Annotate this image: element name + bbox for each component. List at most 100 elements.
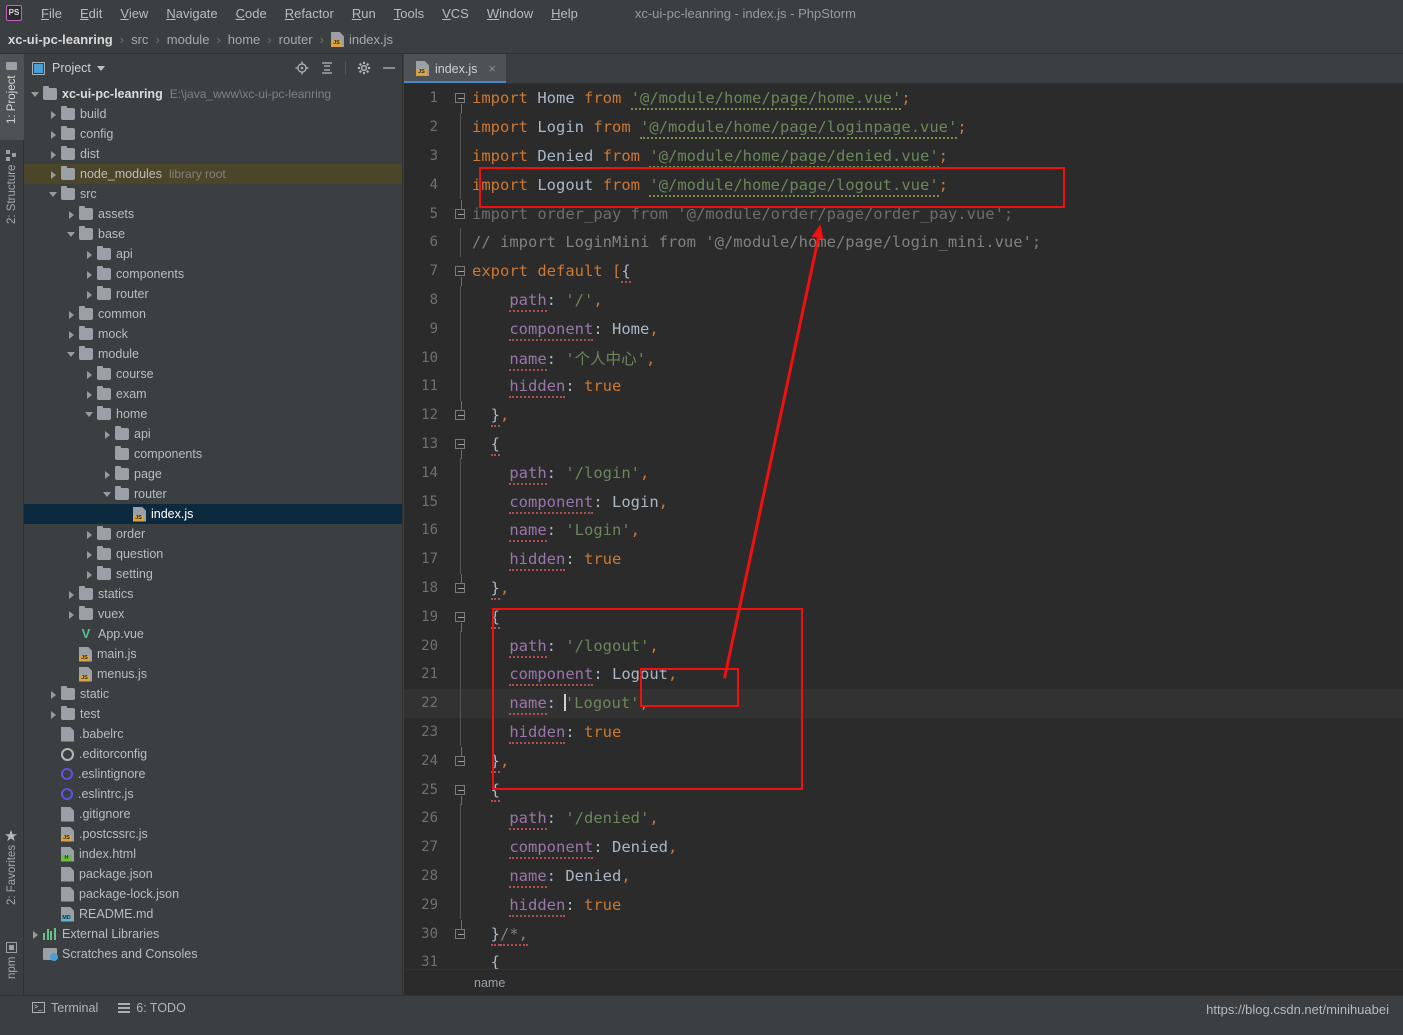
- fold-gutter[interactable]: [450, 487, 472, 516]
- fold-gutter[interactable]: [450, 199, 472, 228]
- editor-tab-index-js[interactable]: JS index.js ×: [404, 54, 506, 83]
- chevron-right-icon[interactable]: [48, 149, 59, 160]
- tree-item-assets[interactable]: assets: [24, 204, 402, 224]
- fold-gutter[interactable]: [450, 515, 472, 545]
- menu-tools[interactable]: Tools: [385, 3, 433, 24]
- code-line-17[interactable]: 17 hidden: true: [404, 544, 1403, 574]
- sidebar-tab-favorites[interactable]: 2: Favorites: [0, 824, 24, 928]
- tree-item-router[interactable]: router: [24, 484, 402, 504]
- chevron-down-icon[interactable]: [84, 409, 95, 420]
- fold-gutter[interactable]: [450, 573, 472, 603]
- chevron-right-icon[interactable]: [48, 169, 59, 180]
- chevron-down-icon[interactable]: [96, 65, 105, 71]
- tree-item--eslintrc-js[interactable]: .eslintrc.js: [24, 784, 402, 804]
- fold-toggle-icon[interactable]: [455, 919, 465, 939]
- tree-item-scratches-and-consoles[interactable]: Scratches and Consoles: [24, 944, 402, 964]
- code-line-1[interactable]: 1 import Home from '@/module/home/page/ho…: [404, 84, 1403, 114]
- code-line-23[interactable]: 23 hidden: true: [404, 717, 1403, 747]
- chevron-right-icon[interactable]: [30, 929, 41, 940]
- breadcrumb-part-src[interactable]: src: [131, 32, 148, 47]
- fold-gutter[interactable]: [450, 775, 472, 805]
- fold-toggle-icon[interactable]: [455, 746, 465, 766]
- fold-gutter[interactable]: [450, 717, 472, 747]
- chevron-right-icon[interactable]: [84, 249, 95, 260]
- tree-item-module[interactable]: module: [24, 344, 402, 364]
- code-line-10[interactable]: 10 name: '个人中心',: [404, 343, 1403, 372]
- tree-item-course[interactable]: course: [24, 364, 402, 384]
- fold-gutter[interactable]: [450, 343, 472, 372]
- fold-gutter[interactable]: [450, 659, 472, 689]
- tree-item-readme-md[interactable]: MD README.md: [24, 904, 402, 924]
- tree-item-setting[interactable]: setting: [24, 564, 402, 584]
- locate-icon[interactable]: [295, 61, 309, 75]
- chevron-right-icon[interactable]: [84, 369, 95, 380]
- tree-item-router[interactable]: router: [24, 284, 402, 304]
- fold-gutter[interactable]: [450, 285, 472, 315]
- tree-item-common[interactable]: common: [24, 304, 402, 324]
- code-line-26[interactable]: 26 path: '/denied',: [404, 803, 1403, 833]
- fold-toggle-icon[interactable]: [455, 438, 465, 459]
- fold-toggle-icon[interactable]: [455, 784, 465, 805]
- tree-item-package-json[interactable]: package.json: [24, 864, 402, 884]
- fold-gutter[interactable]: [450, 401, 472, 430]
- fold-gutter[interactable]: [450, 84, 472, 114]
- code-line-14[interactable]: 14 path: '/login',: [404, 458, 1403, 488]
- tree-item--eslintignore[interactable]: .eslintignore: [24, 764, 402, 784]
- tree-item--babelrc[interactable]: .babelrc: [24, 724, 402, 744]
- editor-structure-breadcrumb[interactable]: name: [404, 969, 1403, 995]
- tree-item-menus-js[interactable]: JS menus.js: [24, 664, 402, 684]
- breadcrumb-root[interactable]: xc-ui-pc-leanring: [8, 32, 113, 47]
- tree-item-vuex[interactable]: vuex: [24, 604, 402, 624]
- code-line-7[interactable]: 7 export default [{: [404, 257, 1403, 287]
- tree-item--editorconfig[interactable]: .editorconfig: [24, 744, 402, 764]
- menu-code[interactable]: Code: [227, 3, 276, 24]
- fold-gutter[interactable]: [450, 458, 472, 488]
- code-line-2[interactable]: 2 import Login from '@/module/home/page/l…: [404, 112, 1403, 142]
- fold-gutter[interactable]: [450, 371, 472, 401]
- fold-gutter[interactable]: [450, 688, 472, 718]
- code-line-21[interactable]: 21 component: Logout,: [404, 659, 1403, 689]
- chevron-right-icon[interactable]: [84, 569, 95, 580]
- tree-item-index-js[interactable]: JS index.js: [24, 504, 402, 524]
- menu-refactor[interactable]: Refactor: [276, 3, 343, 24]
- collapse-all-icon[interactable]: [320, 61, 334, 75]
- code-line-16[interactable]: 16 name: 'Login',: [404, 515, 1403, 545]
- menu-vcs[interactable]: VCS: [433, 3, 478, 24]
- code-line-12[interactable]: 12 },: [404, 401, 1403, 430]
- fold-gutter[interactable]: [450, 112, 472, 142]
- menu-file[interactable]: File: [32, 3, 71, 24]
- chevron-down-icon[interactable]: [48, 189, 59, 200]
- minimize-icon[interactable]: [382, 61, 396, 75]
- chevron-right-icon[interactable]: [102, 429, 113, 440]
- tree-item-order[interactable]: order: [24, 524, 402, 544]
- close-icon[interactable]: ×: [488, 62, 496, 75]
- chevron-right-icon[interactable]: [48, 129, 59, 140]
- breadcrumb-part-router[interactable]: router: [279, 32, 313, 47]
- code-line-11[interactable]: 11 hidden: true: [404, 371, 1403, 401]
- status-todo-button[interactable]: 6: TODO: [118, 1001, 186, 1015]
- fold-toggle-icon[interactable]: [455, 611, 465, 632]
- code-line-6[interactable]: 6 // import LoginMini from '@/module/home…: [404, 227, 1403, 257]
- fold-gutter[interactable]: [450, 948, 472, 969]
- gear-icon[interactable]: [357, 61, 371, 75]
- tree-item-exam[interactable]: exam: [24, 384, 402, 404]
- menu-navigate[interactable]: Navigate: [157, 3, 226, 24]
- tree-item-dist[interactable]: dist: [24, 144, 402, 164]
- fold-toggle-icon[interactable]: [455, 93, 465, 114]
- chevron-right-icon[interactable]: [84, 289, 95, 300]
- code-line-28[interactable]: 28 name: Denied,: [404, 861, 1403, 891]
- menu-help[interactable]: Help: [542, 3, 587, 24]
- tree-item-node-modules[interactable]: node_modules library root: [24, 164, 402, 184]
- tree-item-components[interactable]: components: [24, 264, 402, 284]
- code-viewport[interactable]: 1 import Home from '@/module/home/page/ho…: [404, 84, 1403, 969]
- code-line-9[interactable]: 9 component: Home,: [404, 314, 1403, 344]
- code-line-29[interactable]: 29 hidden: true: [404, 890, 1403, 920]
- tree-item-home[interactable]: home: [24, 404, 402, 424]
- chevron-right-icon[interactable]: [66, 589, 77, 600]
- tree-item-base[interactable]: base: [24, 224, 402, 244]
- chevron-down-icon[interactable]: [66, 229, 77, 240]
- fold-toggle-icon[interactable]: [455, 266, 465, 287]
- code-line-27[interactable]: 27 component: Denied,: [404, 832, 1403, 862]
- code-line-31[interactable]: 31 {: [404, 948, 1403, 969]
- chevron-right-icon[interactable]: [66, 209, 77, 220]
